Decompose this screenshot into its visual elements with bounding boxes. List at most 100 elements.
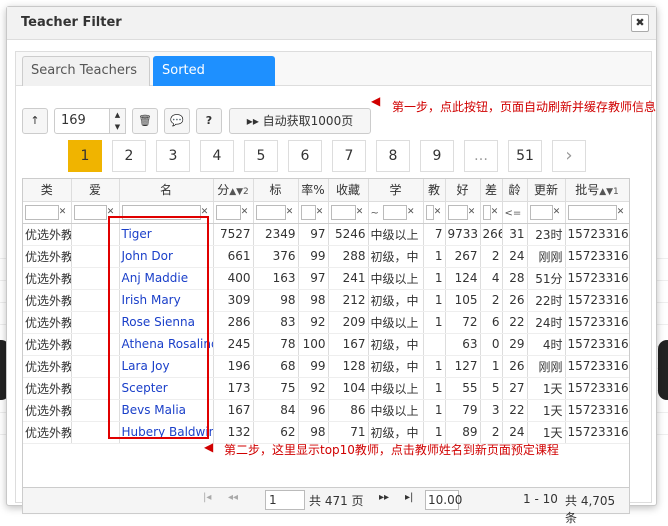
col-label[interactable]: 标 bbox=[253, 179, 299, 202]
col-updated[interactable]: 更新 bbox=[527, 179, 566, 202]
last-page-button[interactable]: ▸| bbox=[405, 492, 413, 503]
page-number-input[interactable]: 1 bbox=[265, 490, 305, 510]
clear-icon[interactable]: ✕ bbox=[286, 207, 294, 217]
col-name[interactable]: 名 bbox=[119, 179, 214, 202]
count-input[interactable]: 169 bbox=[54, 108, 110, 134]
cell-score: 245 bbox=[213, 333, 254, 356]
cell-learner: 中级以上 bbox=[368, 223, 424, 246]
filter-cell[interactable]: <= bbox=[502, 201, 528, 224]
delete-button[interactable]: 🗑 bbox=[132, 108, 158, 134]
cell-batch: 15723316 bbox=[565, 421, 629, 444]
cell-learner: 中级以上 bbox=[368, 267, 424, 290]
trash-icon: 🗑 bbox=[138, 114, 152, 127]
clear-icon[interactable]: ✕ bbox=[316, 207, 324, 217]
col-learner[interactable]: 学 bbox=[368, 179, 424, 202]
clear-icon[interactable]: ✕ bbox=[553, 207, 561, 217]
page-9[interactable]: 9 bbox=[420, 140, 454, 172]
page-5[interactable]: 5 bbox=[244, 140, 278, 172]
filter-cell[interactable]: ✕ bbox=[213, 201, 254, 224]
page-51[interactable]: 51 bbox=[508, 140, 542, 172]
cell-learner: 初级，中 bbox=[368, 245, 424, 268]
clear-icon[interactable]: ✕ bbox=[491, 207, 499, 217]
cell-batch: 15723316 bbox=[565, 223, 629, 246]
col-bad[interactable]: 差 bbox=[480, 179, 503, 202]
filter-cell[interactable]: ~ ✕ bbox=[368, 201, 424, 224]
clear-icon[interactable]: ✕ bbox=[356, 207, 364, 217]
filter-cell[interactable]: ✕ bbox=[445, 201, 481, 224]
filter-cell[interactable]: ✕ bbox=[23, 201, 72, 224]
filter-cell[interactable]: ✕ bbox=[480, 201, 503, 224]
page-1[interactable]: 1 bbox=[68, 140, 102, 172]
cell-label: 75 bbox=[253, 377, 299, 400]
clear-icon[interactable]: ✕ bbox=[434, 207, 442, 217]
tab-sorted-teachers[interactable]: Sorted Teachers bbox=[153, 56, 275, 106]
comment-button[interactable]: 💬 bbox=[164, 108, 190, 134]
cell-updated: 刚刚 bbox=[527, 355, 566, 378]
count-stepper[interactable]: ▲ ▼ bbox=[110, 108, 126, 134]
cell-learner: 中级以上 bbox=[368, 377, 424, 400]
cell-favorites: 167 bbox=[328, 333, 369, 356]
filter-cell[interactable]: ✕ bbox=[565, 201, 629, 224]
first-page-button[interactable]: |◂ bbox=[203, 492, 211, 503]
col-age[interactable]: 龄 bbox=[502, 179, 528, 202]
cell-rate: 98 bbox=[298, 421, 329, 444]
page-6[interactable]: 6 bbox=[288, 140, 322, 172]
col-score-label: 分 bbox=[217, 183, 230, 198]
col-favorite[interactable]: 爱 bbox=[71, 179, 120, 202]
filter-cell[interactable]: ✕ bbox=[527, 201, 566, 224]
clear-icon[interactable]: ✕ bbox=[59, 207, 67, 217]
cell-good: 55 bbox=[445, 377, 481, 400]
cell-favorites: 288 bbox=[328, 245, 369, 268]
cell-good: 63 bbox=[445, 333, 481, 356]
cell-label: 163 bbox=[253, 267, 299, 290]
col-score[interactable]: 分▲▼2 bbox=[213, 179, 254, 202]
filter-cell[interactable]: ✕ bbox=[423, 201, 446, 224]
help-button[interactable]: ? bbox=[196, 108, 222, 134]
total-pages: 共 471 页 bbox=[309, 494, 364, 508]
close-button[interactable]: ✖ bbox=[631, 14, 649, 32]
chevron-down-icon[interactable]: ▼ bbox=[110, 121, 125, 133]
clear-icon[interactable]: ✕ bbox=[617, 207, 625, 217]
col-batch[interactable]: 批号▲▼1 bbox=[565, 179, 629, 202]
cell-batch: 15723316 bbox=[565, 245, 629, 268]
col-batch-label: 批号 bbox=[575, 183, 600, 198]
cell-teach: 1 bbox=[423, 377, 446, 400]
cell-bad: 5 bbox=[480, 377, 503, 400]
cell-teach bbox=[423, 333, 446, 356]
cell-label: 68 bbox=[253, 355, 299, 378]
filter-cell[interactable]: ✕ bbox=[298, 201, 329, 224]
col-favorites[interactable]: 收藏 bbox=[328, 179, 369, 202]
page-size-input[interactable]: 10.00 bbox=[425, 490, 462, 510]
cell-type: 优选外教 bbox=[23, 223, 72, 246]
filter-cell[interactable]: ✕ bbox=[253, 201, 299, 224]
page-2[interactable]: 2 bbox=[112, 140, 146, 172]
col-rate[interactable]: 率% bbox=[298, 179, 329, 202]
next-page-button[interactable]: › bbox=[552, 140, 586, 172]
chevron-up-icon[interactable]: ▲ bbox=[110, 109, 125, 121]
move-up-button[interactable]: ↑ bbox=[22, 108, 48, 134]
cell-good: 105 bbox=[445, 289, 481, 312]
clear-icon[interactable]: ✕ bbox=[468, 207, 476, 217]
tab-search-teachers[interactable]: Search Teachers bbox=[22, 56, 150, 86]
clear-icon[interactable]: ✕ bbox=[241, 207, 249, 217]
col-teach[interactable]: 教 bbox=[423, 179, 446, 202]
cell-teach: 1 bbox=[423, 289, 446, 312]
auto-fetch-button[interactable]: ▸▸ 自动获取1000页 bbox=[229, 108, 371, 134]
page-3[interactable]: 3 bbox=[156, 140, 190, 172]
cell-batch: 15723316 bbox=[565, 355, 629, 378]
prev-page-button[interactable]: ◂◂ bbox=[228, 492, 238, 503]
cell-age: 24 bbox=[502, 245, 528, 268]
next-page-button-footer[interactable]: ▸▸ bbox=[379, 492, 389, 503]
page-4[interactable]: 4 bbox=[200, 140, 234, 172]
filter-cell[interactable]: ✕ bbox=[328, 201, 369, 224]
cell-score: 132 bbox=[213, 421, 254, 444]
page-7[interactable]: 7 bbox=[332, 140, 366, 172]
col-good[interactable]: 好 bbox=[445, 179, 481, 202]
cell-label: 2349 bbox=[253, 223, 299, 246]
cell-rate: 99 bbox=[298, 245, 329, 268]
clear-icon[interactable]: ✕ bbox=[407, 207, 415, 217]
page-8[interactable]: 8 bbox=[376, 140, 410, 172]
sort-icon: ▲▼1 bbox=[599, 187, 619, 198]
col-type[interactable]: 类 bbox=[23, 179, 72, 202]
cell-favorites: 209 bbox=[328, 311, 369, 334]
